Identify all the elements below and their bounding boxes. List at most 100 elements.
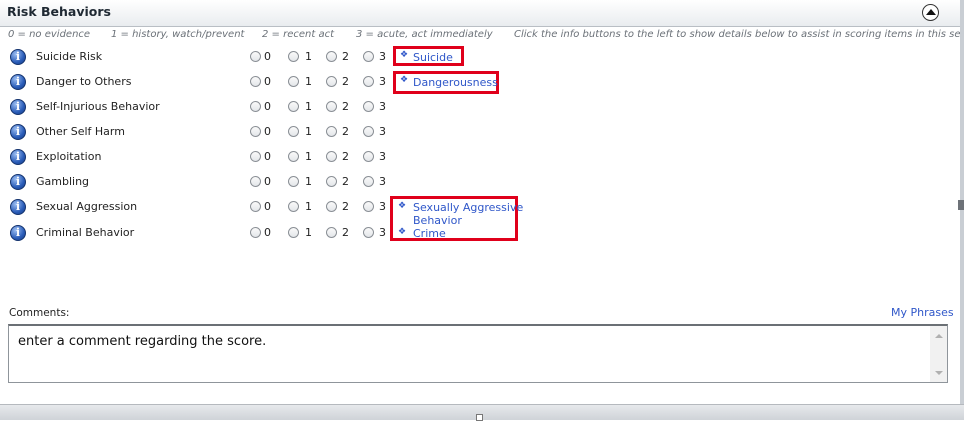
score-radio-label: 1 — [305, 50, 312, 63]
score-radio-1[interactable] — [288, 76, 299, 87]
score-radio-0[interactable] — [250, 176, 261, 187]
score-radio-label: 0 — [264, 75, 271, 88]
score-radio-label: 3 — [379, 175, 386, 188]
comments-scrollbar[interactable] — [930, 326, 947, 382]
info-icon[interactable]: i — [10, 149, 26, 165]
row-label: Other Self Harm — [36, 125, 125, 138]
score-radio-2[interactable] — [326, 126, 337, 137]
score-radio-label: 2 — [342, 175, 349, 188]
score-radio-label: 2 — [342, 226, 349, 239]
comments-text: enter a comment regarding the score. — [18, 334, 267, 349]
link-sexually-aggressive-behavior-line2[interactable]: Behavior — [413, 214, 462, 227]
score-radio-0[interactable] — [250, 227, 261, 238]
risk-row-self-injurious-behavior: i Self-Injurious Behavior 0 1 2 3 — [0, 96, 964, 120]
score-radio-label: 3 — [379, 125, 386, 138]
risk-row-exploitation: i Exploitation 0 1 2 3 — [0, 146, 964, 170]
score-radio-label: 1 — [305, 200, 312, 213]
scroll-up-icon[interactable] — [935, 334, 943, 338]
score-radio-label: 1 — [305, 175, 312, 188]
score-radio-0[interactable] — [250, 151, 261, 162]
bullet-icon: ❖ — [400, 50, 409, 60]
score-radio-0[interactable] — [250, 51, 261, 62]
score-radio-label: 2 — [342, 200, 349, 213]
score-radio-label: 3 — [379, 100, 386, 113]
score-radio-3[interactable] — [363, 76, 374, 87]
score-radio-1[interactable] — [288, 101, 299, 112]
score-radio-label: 2 — [342, 150, 349, 163]
score-radio-3[interactable] — [363, 101, 374, 112]
score-radio-label: 2 — [342, 75, 349, 88]
score-radio-3[interactable] — [363, 176, 374, 187]
legend-recent: 2 = recent act — [262, 29, 334, 40]
info-icon[interactable]: i — [10, 199, 26, 215]
info-icon[interactable]: i — [10, 225, 26, 241]
comments-textarea[interactable]: enter a comment regarding the score. — [8, 324, 948, 383]
score-radio-2[interactable] — [326, 76, 337, 87]
risk-row-suicide: i Suicide Risk 0 1 2 3 — [0, 46, 964, 70]
score-radio-label: 0 — [264, 125, 271, 138]
info-icon[interactable]: i — [10, 99, 26, 115]
legend-acute: 3 = acute, act immediately — [356, 29, 493, 40]
info-icon[interactable]: i — [10, 124, 26, 140]
collapse-icon[interactable] — [922, 4, 939, 21]
score-radio-1[interactable] — [288, 176, 299, 187]
score-radio-label: 0 — [264, 175, 271, 188]
risk-row-other-self-harm: i Other Self Harm 0 1 2 3 — [0, 121, 964, 145]
score-radio-1[interactable] — [288, 227, 299, 238]
score-radio-1[interactable] — [288, 151, 299, 162]
score-radio-label: 0 — [264, 100, 271, 113]
score-radio-label: 1 — [305, 75, 312, 88]
legend-no-evidence: 0 = no evidence — [8, 29, 91, 40]
link-suicide[interactable]: Suicide — [413, 51, 453, 64]
info-icon[interactable]: i — [10, 174, 26, 190]
score-radio-0[interactable] — [250, 76, 261, 87]
score-radio-0[interactable] — [250, 126, 261, 137]
score-radio-3[interactable] — [363, 51, 374, 62]
score-radio-label: 0 — [264, 226, 271, 239]
bullet-icon: ❖ — [398, 201, 407, 211]
score-radio-2[interactable] — [326, 201, 337, 212]
section-title: Risk Behaviors — [7, 4, 111, 19]
my-phrases-link[interactable]: My Phrases — [891, 306, 954, 319]
score-radio-2[interactable] — [326, 151, 337, 162]
score-radio-label: 3 — [379, 75, 386, 88]
score-radio-0[interactable] — [250, 201, 261, 212]
score-radio-label: 2 — [342, 100, 349, 113]
info-icon[interactable]: i — [10, 49, 26, 65]
row-label: Exploitation — [36, 150, 102, 163]
score-radio-2[interactable] — [326, 101, 337, 112]
link-crime[interactable]: Crime — [413, 227, 446, 240]
row-label: Self-Injurious Behavior — [36, 100, 160, 113]
score-radio-label: 3 — [379, 50, 386, 63]
score-radio-1[interactable] — [288, 51, 299, 62]
score-radio-2[interactable] — [326, 176, 337, 187]
score-radio-3[interactable] — [363, 126, 374, 137]
section-header: Risk Behaviors — [0, 0, 964, 27]
score-radio-3[interactable] — [363, 201, 374, 212]
link-sexually-aggressive-behavior[interactable]: Sexually Aggressive — [413, 201, 523, 214]
score-radio-label: 2 — [342, 125, 349, 138]
score-radio-2[interactable] — [326, 227, 337, 238]
score-radio-3[interactable] — [363, 151, 374, 162]
bullet-icon: ❖ — [398, 227, 407, 237]
score-radio-label: 3 — [379, 200, 386, 213]
scroll-down-icon[interactable] — [935, 371, 943, 375]
info-icon[interactable]: i — [10, 74, 26, 90]
score-radio-0[interactable] — [250, 101, 261, 112]
bullet-icon: ❖ — [400, 75, 409, 85]
score-radio-label: 0 — [264, 50, 271, 63]
score-radio-1[interactable] — [288, 126, 299, 137]
row-label: Criminal Behavior — [36, 226, 135, 239]
comments-label: Comments: — [9, 307, 70, 319]
score-radio-2[interactable] — [326, 51, 337, 62]
legend-history: 1 = history, watch/prevent — [111, 29, 245, 40]
score-radio-1[interactable] — [288, 201, 299, 212]
splitter-grip-icon[interactable] — [476, 414, 483, 421]
score-radio-label: 0 — [264, 150, 271, 163]
splitter-handle-icon[interactable] — [958, 200, 964, 210]
link-dangerousness[interactable]: Dangerousness — [413, 76, 498, 89]
row-label: Danger to Others — [36, 75, 132, 88]
score-radio-label: 3 — [379, 226, 386, 239]
score-radio-label: 0 — [264, 200, 271, 213]
score-radio-3[interactable] — [363, 227, 374, 238]
